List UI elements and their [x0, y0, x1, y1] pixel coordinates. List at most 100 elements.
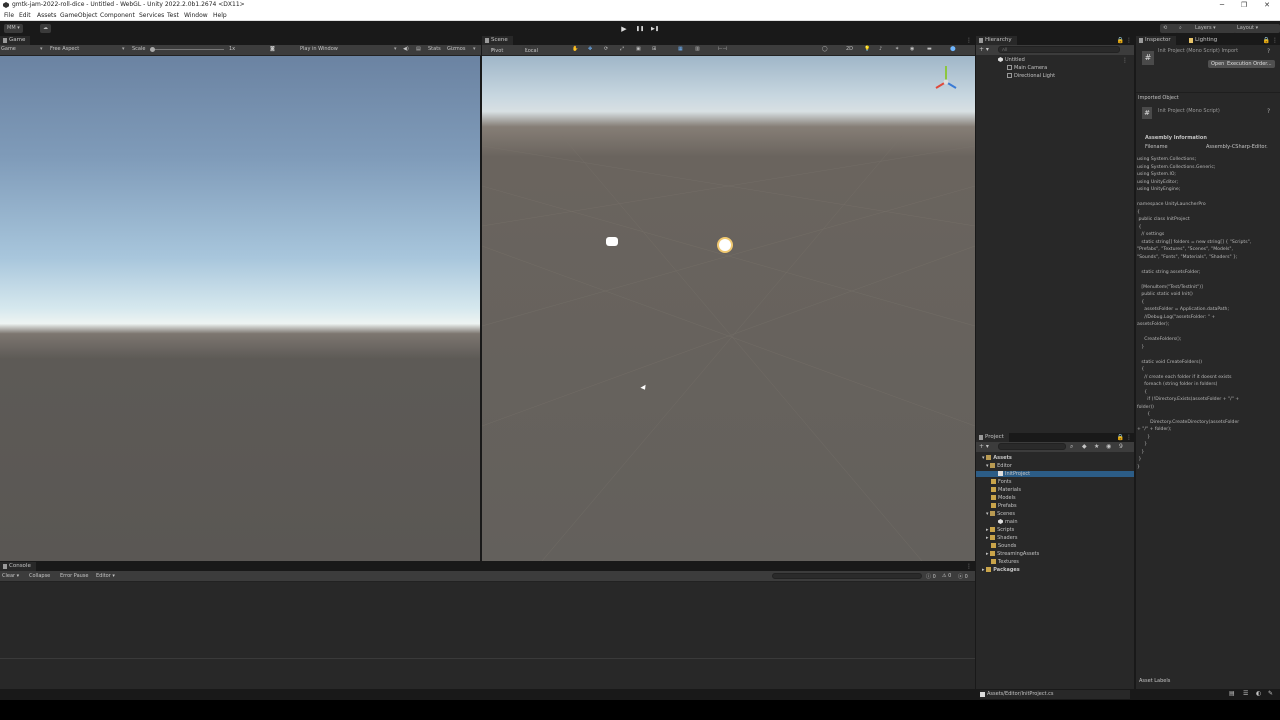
project-folder-scripts[interactable]: ▸ Scripts: [986, 527, 1014, 533]
project-more-icon[interactable]: ⋮: [1126, 434, 1132, 441]
gizmos-toggle-icon[interactable]: ⬤: [950, 46, 956, 52]
project-add-button[interactable]: + ▾: [979, 443, 989, 450]
hierarchy-search-input[interactable]: [998, 46, 1120, 53]
search-by-type-icon[interactable]: ⌕: [1070, 443, 1073, 451]
display-dropdown-arrow-icon[interactable]: ▾: [40, 46, 43, 52]
minimize-button[interactable]: ─: [1212, 0, 1232, 11]
scale-tool-icon[interactable]: ⤢: [620, 46, 624, 52]
local-dropdown[interactable]: Local ▾: [522, 46, 538, 54]
tab-hierarchy[interactable]: Hierarchy: [976, 36, 1017, 45]
menu-component[interactable]: Component: [100, 12, 135, 19]
menu-test[interactable]: Test: [167, 12, 179, 19]
aspect-dropdown[interactable]: Free Aspect: [50, 46, 79, 52]
inspector-more-icon[interactable]: ⋮: [1272, 37, 1278, 44]
execution-order-button[interactable]: Execution Order...: [1224, 60, 1275, 68]
light-gizmo-icon[interactable]: [719, 239, 731, 251]
play-mode-dropdown[interactable]: Play in Window: [300, 46, 338, 52]
lighting-toggle-icon[interactable]: 💡: [864, 46, 870, 52]
pause-button[interactable]: ❚❚: [635, 25, 645, 33]
close-button[interactable]: ✕: [1257, 0, 1277, 11]
hierarchy-add-button[interactable]: + ▾: [979, 46, 989, 53]
project-folder-scenes[interactable]: ▾ Scenes: [986, 511, 1015, 517]
play-mode-arrow-icon[interactable]: ▾: [394, 46, 397, 52]
project-folder-shaders[interactable]: ▸ Shaders: [986, 535, 1017, 541]
menu-file[interactable]: File: [4, 12, 14, 19]
project-folder-sounds[interactable]: Sounds: [991, 543, 1016, 549]
project-folder-prefabs[interactable]: Prefabs: [991, 503, 1017, 509]
inspector-lock-icon[interactable]: 🔒: [1263, 37, 1270, 44]
scale-slider[interactable]: [150, 49, 224, 50]
project-folder-fonts[interactable]: Fonts: [991, 479, 1012, 485]
hierarchy-lock-icon[interactable]: 🔒: [1117, 37, 1124, 44]
hierarchy-item-untitled[interactable]: Untitled: [998, 57, 1025, 63]
layers-dropdown[interactable]: Layers ▾: [1192, 24, 1236, 33]
mode-2d-toggle[interactable]: 2D: [846, 46, 853, 52]
scene-camera-icon[interactable]: ▬: [927, 46, 932, 52]
transform-tool-icon[interactable]: ⊞: [652, 46, 656, 52]
hidden-packages-icon[interactable]: ◉: [1106, 443, 1111, 450]
debug-mode-icon[interactable]: ✎: [1268, 690, 1273, 697]
scene-more-icon[interactable]: ⋮: [966, 37, 972, 44]
hierarchy-more-icon[interactable]: ⋮: [1126, 37, 1132, 44]
move-tool-icon[interactable]: ✥: [588, 46, 592, 52]
console-more-icon[interactable]: ⋮: [966, 563, 972, 570]
scale-slider-handle[interactable]: [150, 47, 155, 52]
project-folder-packages[interactable]: ▸ Packages: [982, 567, 1020, 573]
stats-button[interactable]: Stats: [428, 46, 441, 52]
project-folder-editor[interactable]: ▾ Editor: [986, 463, 1012, 469]
mute-audio-icon[interactable]: ◀): [403, 46, 409, 52]
project-folder-assets[interactable]: ▾ Assets: [982, 455, 1012, 461]
scene-menu-icon[interactable]: ⋮: [1122, 57, 1128, 64]
cloud-button[interactable]: ☁: [40, 24, 51, 33]
progress-icon[interactable]: ▤: [1229, 690, 1235, 697]
ruler-icon[interactable]: ⊢⊣: [718, 46, 727, 52]
project-folder-materials[interactable]: Materials: [991, 487, 1021, 493]
project-folder-streamingassets[interactable]: ▸ StreamingAssets: [986, 551, 1039, 557]
menu-assets[interactable]: Assets: [37, 12, 57, 19]
script-help-icon[interactable]: ?: [1267, 108, 1270, 115]
rotate-tool-icon[interactable]: ⟳: [604, 46, 608, 52]
keyboard-icon[interactable]: ▤: [416, 46, 421, 52]
tab-console[interactable]: Console: [0, 562, 36, 571]
project-item-main-scene[interactable]: main: [998, 519, 1018, 525]
hierarchy-item-directional-light[interactable]: Directional Light: [1007, 73, 1055, 79]
effects-toggle-icon[interactable]: ✶: [895, 46, 899, 52]
project-item-initproject[interactable]: InitProject: [976, 471, 1134, 477]
project-folder-textures[interactable]: Textures: [991, 559, 1019, 565]
account-dropdown[interactable]: MM ▾: [4, 24, 23, 33]
snap-increment-icon[interactable]: ▥: [695, 46, 700, 52]
hidden-objects-icon[interactable]: ◉: [910, 46, 914, 52]
grid-snap-icon[interactable]: ▦: [678, 46, 683, 52]
aspect-dropdown-arrow-icon[interactable]: ▾: [122, 46, 125, 52]
tab-game[interactable]: Game: [0, 36, 31, 45]
gizmos-button[interactable]: Gizmos: [447, 46, 465, 52]
draw-mode-icon[interactable]: ◯: [822, 46, 828, 52]
tab-project[interactable]: Project: [976, 433, 1009, 442]
collapse-button[interactable]: Collapse: [29, 573, 50, 579]
console-search-input[interactable]: [772, 573, 922, 579]
log-count-toggle[interactable]: ⓘ 0: [926, 573, 936, 580]
orientation-gizmo[interactable]: [928, 62, 964, 98]
auto-generate-lighting-icon[interactable]: ◐: [1256, 690, 1261, 697]
error-pause-button[interactable]: Error Pause: [60, 573, 88, 579]
menu-services[interactable]: Services: [139, 12, 164, 19]
editor-dropdown[interactable]: Editor ▾: [96, 573, 115, 579]
menu-window[interactable]: Window: [184, 12, 208, 19]
menu-gameobject[interactable]: GameObject: [60, 12, 97, 19]
error-count-toggle[interactable]: ⓧ 0: [958, 573, 968, 580]
project-search-input[interactable]: [998, 443, 1066, 450]
rect-tool-icon[interactable]: ▣: [636, 46, 641, 52]
gizmos-arrow-icon[interactable]: ▾: [473, 46, 476, 52]
project-folder-models[interactable]: Models: [991, 495, 1016, 501]
tab-scene[interactable]: Scene: [482, 36, 513, 45]
step-button[interactable]: ▶❚: [650, 25, 660, 33]
hand-tool-icon[interactable]: ✋: [572, 46, 578, 52]
warning-count-toggle[interactable]: ⚠ 0: [942, 573, 951, 579]
scene-view[interactable]: [482, 56, 975, 561]
menu-edit[interactable]: Edit: [19, 12, 31, 19]
camera-icon[interactable]: ◙: [270, 46, 275, 52]
game-view[interactable]: [0, 56, 480, 561]
audio-toggle-icon[interactable]: ♪: [879, 46, 882, 52]
cache-server-icon[interactable]: ☰: [1243, 690, 1248, 697]
maximize-button[interactable]: ❐: [1234, 0, 1254, 11]
